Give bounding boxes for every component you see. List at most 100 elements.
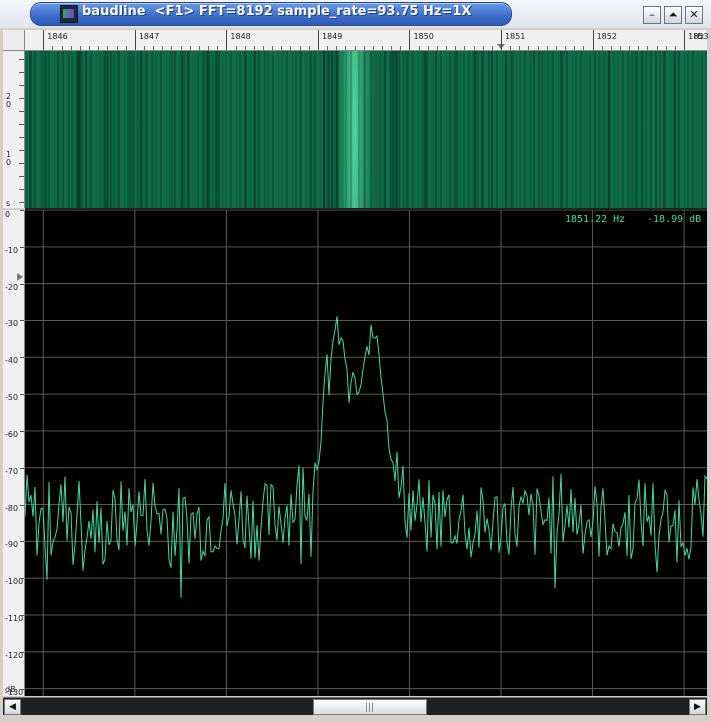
frequency-minor-tick	[244, 46, 246, 50]
frequency-minor-tick	[446, 46, 448, 50]
time-tick	[19, 98, 24, 99]
time-tick	[19, 150, 24, 151]
spectrogram-column	[110, 51, 112, 208]
db-tick-label: -60	[5, 429, 19, 439]
frequency-minor-tick	[372, 46, 374, 50]
frequency-tick-label: 1847	[138, 32, 160, 41]
frequency-major-tick	[43, 30, 45, 50]
db-tick	[20, 651, 24, 653]
frequency-minor-tick	[510, 46, 512, 50]
frequency-minor-tick	[308, 46, 310, 50]
db-tick	[20, 578, 24, 580]
frequency-minor-tick	[565, 46, 567, 50]
frequency-minor-tick	[455, 46, 457, 50]
spectrogram-column	[627, 51, 629, 208]
frequency-minor-tick	[418, 46, 420, 50]
close-button[interactable]: ✕	[685, 6, 703, 24]
spectrogram-column	[331, 51, 333, 208]
scroll-right-button[interactable]: ▶	[689, 699, 706, 715]
db-tick	[20, 688, 24, 690]
frequency-minor-tick	[400, 46, 402, 50]
minimize-button[interactable]: –	[643, 6, 661, 24]
frequency-minor-tick	[363, 46, 365, 50]
time-tick-label: 2 0	[6, 92, 12, 109]
frequency-minor-tick	[217, 46, 219, 50]
db-ruler[interactable]: 0 -10 -20 -30 -40 -50 -60 -70 -80 -90 -100 -110 -120…	[3, 210, 25, 697]
thumb-grip	[366, 703, 367, 712]
spectrogram-column	[402, 51, 404, 208]
frequency-tick-label: 1853	[688, 32, 709, 41]
frequency-ruler[interactable]: Hz 1846 1847 1848 1849 1850 1851 1852 1853	[25, 30, 709, 51]
frequency-minor-tick	[98, 46, 100, 50]
scroll-left-button[interactable]: ◀	[4, 699, 21, 715]
db-cursor-marker[interactable]	[17, 273, 23, 281]
db-unit: dB	[5, 685, 16, 694]
readout-level: -18.99 dB	[647, 214, 702, 225]
frequency-minor-tick	[391, 46, 393, 50]
spectrogram-column	[45, 51, 47, 208]
app-icon[interactable]	[60, 5, 78, 23]
time-tick	[19, 72, 24, 73]
frequency-minor-tick	[583, 46, 585, 50]
maximize-button[interactable]: ⏶	[664, 6, 682, 24]
frequency-minor-tick	[79, 46, 81, 50]
frequency-tick-label: 1851	[505, 32, 526, 41]
frequency-minor-tick	[281, 46, 283, 50]
horizontal-scrollbar[interactable]: ◀ ▶	[3, 697, 707, 715]
frequency-major-tick	[501, 30, 503, 50]
db-tick	[20, 320, 24, 322]
spectrogram-column	[663, 51, 665, 208]
time-tick	[19, 111, 24, 112]
db-tick-label: -30	[5, 319, 19, 329]
spectrogram-column	[395, 51, 397, 208]
spectrogram-display[interactable]	[25, 51, 707, 210]
frequency-minor-tick	[473, 46, 475, 50]
spectrogram-column	[608, 51, 610, 208]
frequency-minor-tick	[601, 46, 603, 50]
spectrogram-column	[181, 51, 183, 208]
frequency-minor-tick	[52, 46, 54, 50]
frequency-minor-tick	[336, 46, 338, 50]
thumb-grip	[369, 703, 370, 712]
db-tick-label: -80	[5, 503, 19, 513]
title-bar[interactable]: baudline <F1> FFT=8192 sample_rate=93.75…	[0, 0, 711, 29]
frequency-minor-tick	[125, 46, 127, 50]
scroll-thumb[interactable]	[313, 699, 427, 715]
frequency-minor-tick	[427, 46, 429, 50]
frequency-minor-tick	[482, 46, 484, 50]
frequency-minor-tick	[656, 46, 658, 50]
window-title: baudline <F1> FFT=8192 sample_rate=93.75…	[82, 4, 472, 19]
spectrogram-column	[560, 51, 562, 208]
spectrogram-column	[299, 51, 301, 208]
spectrogram-column	[481, 51, 483, 208]
spectrogram-column	[424, 51, 426, 208]
time-tick-label: 1 0	[6, 150, 12, 167]
db-tick	[20, 246, 24, 248]
db-tick-label: -50	[5, 393, 19, 403]
spectrogram-column	[491, 51, 493, 208]
frequency-tick-label: 1852	[596, 32, 617, 41]
frequency-minor-tick	[519, 46, 521, 50]
db-tick	[20, 357, 24, 359]
frequency-minor-tick	[162, 46, 164, 50]
frequency-minor-tick	[180, 46, 182, 50]
spectrogram-column	[41, 51, 43, 208]
spectrogram-column	[30, 51, 32, 208]
spectrogram-column	[392, 51, 394, 208]
frequency-minor-tick	[354, 46, 356, 50]
frequency-minor-tick	[61, 46, 63, 50]
frequency-minor-tick	[107, 46, 109, 50]
db-tick-label: -90	[5, 540, 19, 550]
frequency-minor-tick	[629, 46, 631, 50]
frequency-minor-tick	[464, 46, 466, 50]
time-tick	[19, 202, 24, 203]
frequency-minor-tick	[89, 46, 91, 50]
spectrum-display[interactable]: 1851.22 Hz -18.99 dB	[24, 209, 708, 696]
frequency-minor-tick	[491, 46, 493, 50]
frequency-minor-tick	[574, 46, 576, 50]
spectrum-plot	[24, 209, 708, 696]
frequency-major-tick	[226, 30, 228, 50]
frequency-minor-tick	[436, 46, 438, 50]
time-ruler[interactable]: 2 0 1 0 s	[3, 51, 25, 208]
db-tick	[20, 430, 24, 432]
